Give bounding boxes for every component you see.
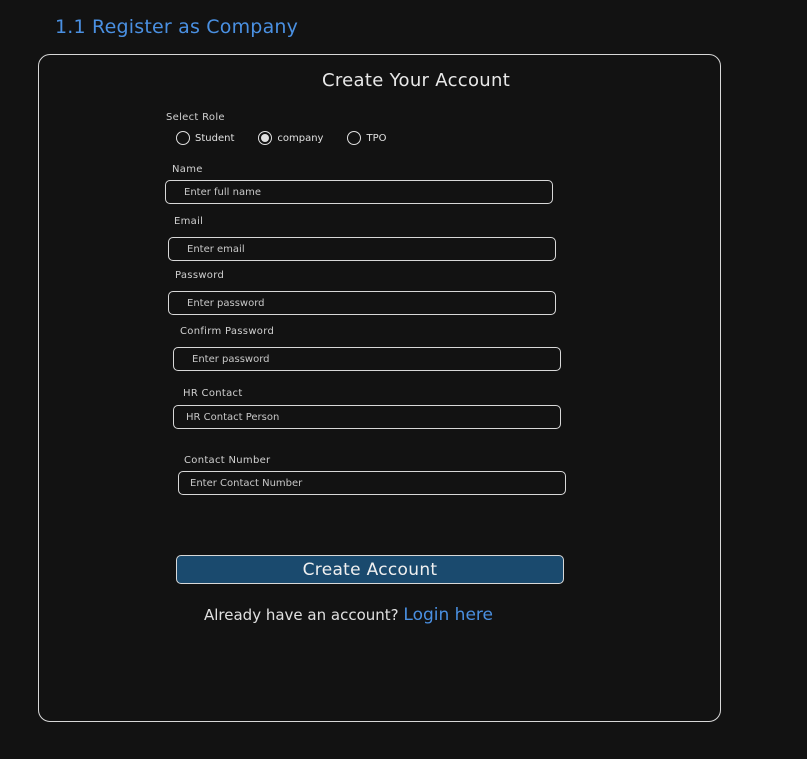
role-option-tpo[interactable]: TPO (347, 131, 386, 145)
contact-number-label: Contact Number (184, 455, 271, 466)
login-prompt: Already have an account? (204, 606, 399, 624)
confirm-password-label: Confirm Password (180, 326, 275, 337)
role-option-label: TPO (366, 132, 387, 144)
contact-number-field (178, 471, 566, 495)
radio-circle-icon (176, 131, 190, 145)
login-row: Already have an account? Login here (204, 605, 493, 625)
password-field (168, 291, 556, 315)
login-link[interactable]: Login here (403, 605, 493, 625)
section-title: 1.1 Register as Company (55, 16, 299, 38)
role-radio-group: Student company TPO (176, 131, 410, 145)
confirm-password-input[interactable] (174, 352, 560, 366)
email-label: Email (174, 216, 204, 227)
role-option-company[interactable]: company (258, 131, 323, 145)
hr-contact-field (173, 405, 561, 429)
confirm-password-field (173, 347, 561, 371)
role-option-label: Student (195, 132, 235, 144)
role-label: Select Role (166, 112, 225, 123)
hr-contact-label: HR Contact (183, 388, 243, 399)
name-label: Name (172, 164, 203, 175)
radio-selected-icon (258, 131, 273, 145)
radio-circle-icon (347, 131, 362, 145)
role-option-student[interactable]: Student (176, 131, 234, 145)
password-input[interactable] (169, 296, 555, 310)
form-title: Create Your Account (322, 70, 511, 91)
create-account-button[interactable]: Create Account (176, 555, 564, 584)
email-input[interactable] (169, 242, 555, 256)
name-field (165, 180, 553, 204)
contact-number-input[interactable] (179, 476, 565, 490)
hr-contact-input[interactable] (174, 410, 560, 424)
email-field (168, 237, 556, 261)
register-page: 1.1 Register as Company Create Your Acco… (0, 0, 807, 759)
password-label: Password (175, 270, 225, 281)
name-input[interactable] (166, 185, 552, 199)
role-option-label: company (277, 132, 324, 144)
